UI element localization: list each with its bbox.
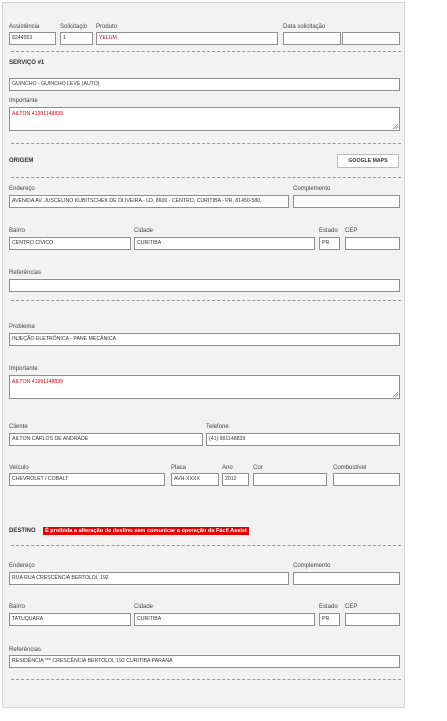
destino-referencias-field[interactable]: RESIDÊNCIA *** CRESCÊNCIA BERTOLDI, 192 … [9, 655, 400, 668]
destino-cep-label: CEP [345, 604, 358, 610]
data-solicitacao-date-field[interactable] [283, 32, 341, 45]
destino-estado-label: Estado [319, 604, 338, 610]
veiculo-field[interactable]: CHEVROLET / COBALT [9, 473, 165, 486]
origem-cidade-label: Cidade [134, 228, 154, 234]
problema-label: Problema [9, 324, 35, 330]
origem-referencias-label: Referências [9, 270, 42, 276]
destino-estado-field[interactable]: PR [319, 613, 340, 626]
servico-title: SERVIÇO #1 [9, 60, 45, 66]
solicitacao-field[interactable]: 1 [60, 32, 93, 45]
destino-cidade-field[interactable]: CURITIBA [134, 613, 315, 626]
detalhes-importante-textarea[interactable]: AILTON 41991148839 [9, 375, 400, 399]
placa-label: Placa [171, 465, 187, 471]
origem-cep-label: CEP [345, 228, 358, 234]
telefone-label: Telefone [206, 424, 229, 430]
origem-endereco-label: Endereço [9, 186, 35, 192]
cliente-label: Cliente [9, 424, 28, 430]
servico-importante-textarea[interactable]: AILTON 41991148839 [9, 107, 400, 131]
service-form-panel: Assistência 8244553 Solicitaçio 1 Produt… [2, 2, 405, 708]
destino-endereco-label: Endereço [9, 563, 35, 569]
servico-importante-text: AILTON 41991148839 [12, 111, 64, 117]
cor-field[interactable] [253, 473, 327, 486]
telefone-field[interactable]: (41) 991148839 [206, 433, 400, 446]
destino-complemento-field[interactable] [293, 572, 400, 585]
detalhes-importante-text: AILTON 41991148839 [12, 379, 64, 385]
problema-field[interactable]: INJEÇÃO ELETRÔNICA - PANE MECÂNICA [9, 333, 400, 346]
combustivel-field[interactable] [333, 473, 400, 486]
destino-endereco-field[interactable]: RUA RUA CRESCÊNCIA BERTOLDI, 192 [9, 572, 289, 585]
ano-field[interactable]: 2012 [222, 473, 249, 486]
origem-complemento-label: Complemento [293, 186, 331, 192]
google-maps-button[interactable]: GOOGLE MAPS [337, 154, 399, 168]
origem-title: ORIGEM [9, 158, 34, 164]
ano-label: Ano [222, 465, 233, 471]
origem-cidade-field[interactable]: CURITIBA [134, 237, 315, 250]
divider [11, 679, 401, 680]
destino-warning-badge: É proibida a alteração de destino sem co… [43, 527, 249, 535]
destino-referencias-label: Referências [9, 647, 42, 653]
combustivel-label: Combustível [333, 465, 367, 471]
origem-endereco-field[interactable]: AVENIDA AV. JUSCELINO KUBITSCHEK DE OLIV… [9, 195, 289, 208]
veiculo-label: Veículo [9, 465, 29, 471]
cor-label: Cor [253, 465, 263, 471]
origem-cep-field[interactable] [345, 237, 400, 250]
servico-importante-label: Importante [9, 98, 38, 104]
origem-bairro-field[interactable]: CENTRO CÍVICO [9, 237, 131, 250]
origem-referencias-field[interactable] [9, 279, 400, 292]
origem-estado-field[interactable]: PR [319, 237, 340, 250]
data-solicitacao-time-field[interactable] [342, 32, 400, 45]
cliente-field[interactable]: AILTON CARLOS DE ANDRADE [9, 433, 203, 446]
destino-bairro-label: Bairro [9, 604, 26, 610]
destino-title: DESTINO [9, 528, 36, 534]
origem-estado-label: Estado [319, 228, 338, 234]
divider [11, 177, 401, 178]
divider [11, 545, 401, 546]
assistencia-label: Assistência [9, 24, 40, 30]
servico-field[interactable]: GUINCHO - GUINCHO LEVE (AUTO) [9, 78, 400, 91]
assistencia-field[interactable]: 8244553 [9, 32, 56, 45]
produto-label: Produto [96, 24, 118, 30]
produto-field[interactable]: YELUM [96, 32, 278, 45]
divider [11, 51, 401, 52]
destino-complemento-label: Complemento [293, 563, 331, 569]
divider [11, 143, 401, 144]
destino-cidade-label: Cidade [134, 604, 154, 610]
detalhes-importante-label: Importante [9, 366, 38, 372]
origem-complemento-field[interactable] [293, 195, 400, 208]
destino-bairro-field[interactable]: TATUQUARA [9, 613, 131, 626]
data-solicitacao-label: Data solicitação [283, 24, 326, 30]
resize-grip-icon[interactable] [392, 123, 398, 129]
placa-field[interactable]: AVH-XXXX [171, 473, 219, 486]
resize-grip-icon[interactable] [392, 391, 398, 397]
solicitacao-label: Solicitaçio [60, 24, 88, 30]
divider [11, 300, 401, 301]
destino-cep-field[interactable] [345, 613, 400, 626]
origem-bairro-label: Bairro [9, 228, 26, 234]
